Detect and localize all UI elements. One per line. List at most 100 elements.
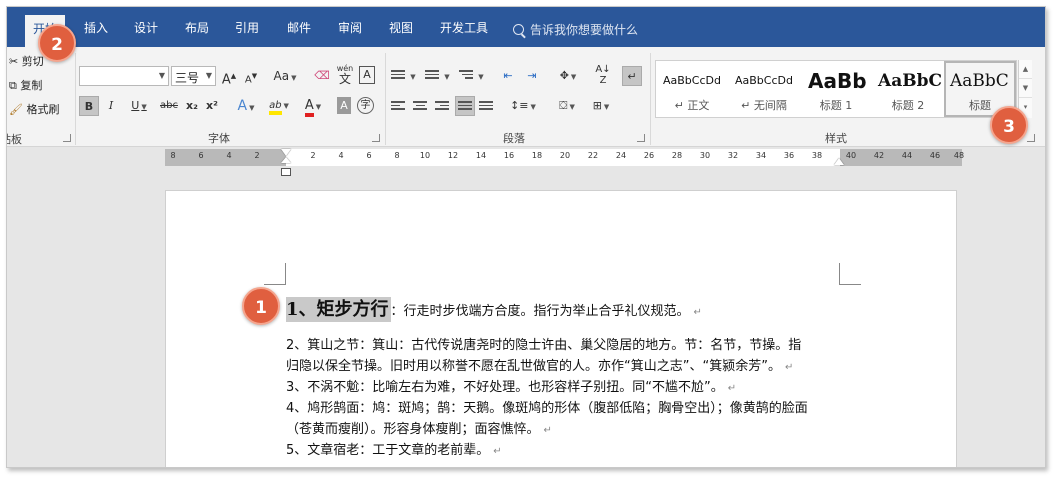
group-divider — [75, 53, 76, 145]
align-right-button[interactable] — [435, 101, 449, 112]
clear-formatting-button[interactable]: ⌫ — [313, 66, 331, 86]
numbering-button[interactable] — [425, 70, 439, 81]
body-line: （苍黄而瘦削）。形容身体瘦削；面容憔悴。 ↵ — [286, 419, 552, 441]
bullets-dropdown[interactable]: ▼ — [407, 66, 417, 86]
tab-view[interactable]: 视图 — [389, 19, 413, 36]
tell-me-search[interactable]: 告诉我你想要做什么 — [513, 21, 638, 38]
bold-icon: B — [84, 100, 94, 113]
selected-heading-text[interactable]: 1、矩步方行 — [286, 297, 391, 322]
ruler-tick: 6 — [198, 151, 204, 160]
text-effects-button[interactable]: A ▼ — [232, 96, 260, 116]
style-preview: AaBbCcDd — [735, 74, 793, 87]
body-line-text: （苍黄而瘦削）。形容身体瘦削；面容憔悴。 — [286, 422, 540, 437]
style-normal[interactable]: AaBbCcDd ↵ 正文 — [656, 61, 728, 117]
ruler-tick: 14 — [475, 151, 487, 160]
tab-developer[interactable]: 开发工具 — [440, 19, 488, 36]
chevron-down-icon[interactable]: ▼ — [1019, 79, 1032, 98]
paragraph-launcher-icon[interactable] — [637, 134, 645, 142]
bullets-button[interactable] — [391, 70, 405, 81]
tab-references[interactable]: 引用 — [235, 19, 259, 36]
highlight-button[interactable]: ab ▼ — [265, 96, 293, 116]
ruler-tick: 10 — [419, 151, 431, 160]
right-indent-marker[interactable] — [834, 158, 844, 165]
distributed-button[interactable] — [479, 101, 493, 112]
paragraph-mark: ↵ — [693, 307, 702, 318]
ruler-tick: 34 — [755, 151, 767, 160]
ruler-tick: 44 — [901, 151, 913, 160]
shrink-font-button[interactable]: A▼ — [243, 66, 259, 86]
ruler-tick: 46 — [929, 151, 941, 160]
style-heading-2[interactable]: AaBbC 标题 2 — [872, 61, 944, 117]
align-left-button[interactable] — [391, 101, 405, 112]
character-shading-button[interactable]: A — [337, 97, 351, 114]
step-badge-1: 1 — [242, 287, 280, 325]
character-border-button[interactable]: A — [359, 66, 375, 84]
scissors-icon: ✂ — [9, 55, 19, 68]
phonetic-guide-button[interactable]: wén 文 — [335, 63, 355, 85]
justify-icon — [458, 101, 472, 112]
format-painter-button[interactable]: 🖌 格式刷 — [9, 101, 59, 117]
justify-button[interactable] — [455, 96, 475, 116]
group-divider — [650, 53, 651, 145]
strikethrough-button[interactable]: abc — [158, 96, 180, 116]
copy-button[interactable]: ⧉ 复制 — [9, 77, 42, 93]
borders-button[interactable]: ⊞ ▼ — [587, 96, 615, 116]
multilevel-dropdown[interactable]: ▼ — [475, 66, 485, 86]
change-case-icon: Aa — [273, 69, 290, 83]
align-center-button[interactable] — [413, 101, 427, 112]
style-no-spacing[interactable]: AaBbCcDd ↵ 无间隔 — [728, 61, 800, 117]
ruler-tick: 42 — [873, 151, 885, 160]
document-page[interactable]: 1、矩步方行 ：行走时步伐端方合度。指行为举止合乎礼仪规范。 ↵ 2、箕山之节：箕山… — [165, 190, 957, 467]
paragraph-group-label: 段落 — [503, 132, 525, 145]
change-case-button[interactable]: Aa ▼ — [269, 66, 301, 86]
borders-icon: ⊞ — [592, 99, 602, 112]
eraser-icon: ⌫ — [314, 69, 330, 82]
style-preview: AaBbC — [878, 71, 942, 91]
font-name-field[interactable]: ▼ — [79, 66, 169, 86]
format-painter-label: 格式刷 — [26, 103, 60, 116]
cut-button[interactable]: ✂ 剪切 — [9, 53, 44, 69]
tab-review[interactable]: 审阅 — [338, 19, 362, 36]
left-indent-marker[interactable] — [281, 168, 291, 176]
font-color-button[interactable]: A ▼ — [299, 96, 327, 117]
increase-indent-button[interactable]: ⇥ — [523, 66, 541, 86]
style-heading-1[interactable]: AaBb 标题 1 — [800, 61, 872, 117]
decrease-indent-button[interactable]: ⇤ — [499, 66, 517, 86]
cut-label: 剪切 — [21, 55, 44, 68]
indent-icon: ⇥ — [527, 69, 537, 82]
bold-button[interactable]: B — [79, 96, 99, 116]
font-size-field[interactable]: 三号 ▼ — [171, 66, 216, 86]
numbering-dropdown[interactable]: ▼ — [441, 66, 451, 86]
tab-layout[interactable]: 布局 — [185, 19, 209, 36]
tab-mailings[interactable]: 邮件 — [287, 19, 311, 36]
multilevel-list-button[interactable] — [459, 70, 473, 81]
styles-launcher-icon[interactable] — [1027, 134, 1035, 142]
chevron-up-icon[interactable]: ▲ — [1019, 60, 1032, 79]
subscript-button[interactable]: x₂ — [184, 96, 200, 116]
grow-font-button[interactable]: A▲ — [221, 66, 237, 88]
word-window: 开始 插入 设计 布局 引用 邮件 审阅 视图 开发工具 告诉我你想要做什么 ✂… — [6, 6, 1046, 468]
font-launcher-icon[interactable] — [372, 134, 380, 142]
italic-button[interactable]: I — [104, 96, 118, 116]
ruler-tick: 18 — [531, 151, 543, 160]
ruler-tick: 2 — [254, 151, 260, 160]
chinese-layout-button[interactable]: ✥ ▼ — [553, 66, 583, 86]
shading-button[interactable]: ⛋ ▼ — [553, 96, 581, 116]
horizontal-ruler[interactable]: 8 6 4 2 2 4 6 8 10 12 14 16 18 20 22 24 … — [165, 149, 964, 176]
sort-icon: A↓ Z — [595, 64, 611, 86]
character-shading-icon: A — [340, 99, 348, 112]
underline-button[interactable]: U ▼ — [124, 96, 154, 116]
grow-font-icon: A — [221, 72, 231, 88]
show-marks-button[interactable]: ↵ — [622, 66, 642, 86]
enclose-characters-button[interactable]: 字 — [357, 97, 374, 114]
clipboard-launcher-icon[interactable] — [63, 134, 71, 142]
body-line: 3、不涡不魀：比喻左右为难，不好处理。也形容样子别扭。同“不尴不尬”。 ↵ — [286, 377, 736, 399]
sort-button[interactable]: A↓ Z — [595, 64, 611, 86]
superscript-button[interactable]: x² — [204, 96, 220, 116]
tab-insert[interactable]: 插入 — [84, 19, 108, 36]
line-spacing-button[interactable]: ↕≡ ▼ — [509, 96, 537, 116]
hanging-indent-marker[interactable] — [281, 157, 291, 163]
text-effects-icon: A — [237, 98, 248, 114]
first-line-indent-marker[interactable] — [281, 149, 291, 156]
tab-design[interactable]: 设计 — [134, 19, 158, 36]
